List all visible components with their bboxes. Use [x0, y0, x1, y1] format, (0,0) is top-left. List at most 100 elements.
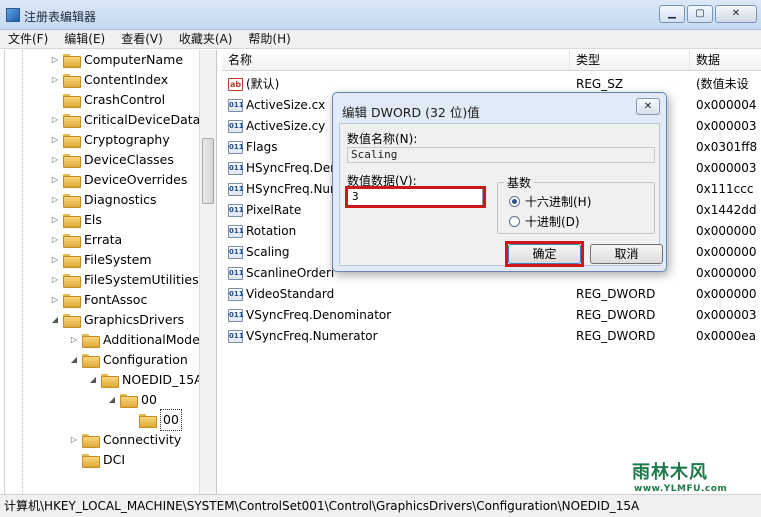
tree-node-label: Errata: [84, 232, 123, 247]
tree-node-label: Connectivity: [103, 432, 182, 447]
list-row[interactable]: 011 VSyncFreq.Denominator REG_DWORD 0x00000…: [222, 305, 761, 326]
tree-node[interactable]: ◢ Configuration: [69, 350, 188, 370]
value-data: 0x000000: [696, 245, 757, 259]
tree-node[interactable]: ▷ FileSystemUtilities: [50, 270, 199, 290]
collapse-arrow-icon[interactable]: ◢: [50, 310, 60, 330]
tree-node[interactable]: ▷ DeviceOverrides: [50, 170, 187, 190]
expand-arrow-icon[interactable]: ▷: [50, 130, 60, 150]
expand-arrow-icon[interactable]: ▷: [69, 330, 79, 350]
menu-view[interactable]: 查看(V): [121, 30, 163, 48]
tree-scrollbar-thumb[interactable]: [202, 138, 214, 204]
maximize-button[interactable]: ▢: [687, 5, 713, 23]
tree-guide-line: [4, 50, 5, 494]
value-data: 0x1442dd: [696, 203, 757, 217]
binary-value-icon: 011: [228, 162, 244, 175]
expand-arrow-icon[interactable]: ▷: [50, 50, 60, 70]
tree-node[interactable]: ▷ FontAssoc: [50, 290, 147, 310]
tree-node[interactable]: CrashControl: [50, 90, 165, 110]
status-bar: 计算机\HKEY_LOCAL_MACHINE\SYSTEM\ControlSet…: [0, 494, 761, 517]
tree-node[interactable]: ▷ Cryptography: [50, 130, 170, 150]
list-row[interactable]: 011 VideoStandard REG_DWORD 0x000000: [222, 284, 761, 305]
radio-selected-icon: [509, 196, 520, 207]
folder-icon: [63, 154, 81, 168]
tree-node-label: GraphicsDrivers: [84, 312, 185, 327]
dialog-title: 编辑 DWORD (32 位)值: [342, 105, 480, 120]
expand-arrow-icon[interactable]: ▷: [50, 70, 60, 90]
tree-node-label: Configuration: [103, 352, 188, 367]
folder-icon: [63, 174, 81, 188]
tree-node[interactable]: ▷ Els: [50, 210, 102, 230]
ok-button[interactable]: 确定: [508, 244, 581, 264]
tree-node[interactable]: ◢ 00: [107, 390, 157, 410]
value-name: HSyncFreq.Den: [246, 161, 338, 175]
tree-node[interactable]: DCI: [69, 450, 125, 470]
tree-node[interactable]: ◢ GraphicsDrivers: [50, 310, 184, 330]
collapse-arrow-icon[interactable]: ◢: [69, 350, 79, 370]
tree-node[interactable]: ▷ ContentIndex: [50, 70, 168, 90]
collapse-arrow-icon[interactable]: ◢: [107, 390, 117, 410]
menu-bar: 文件(F) 编辑(E) 查看(V) 收藏夹(A) 帮助(H): [0, 30, 761, 49]
list-row[interactable]: 011 VSyncFreq.Numerator REG_DWORD 0x0000ea: [222, 326, 761, 347]
menu-edit[interactable]: 编辑(E): [64, 30, 105, 48]
expand-arrow-icon[interactable]: ▷: [50, 250, 60, 270]
value-data: 0x000000: [696, 266, 757, 280]
value-name: (默认): [246, 77, 280, 91]
value-data: 0x000000: [696, 224, 757, 238]
tree-node[interactable]: ▷ Connectivity: [69, 430, 181, 450]
expand-arrow-icon[interactable]: ▷: [50, 190, 60, 210]
expand-arrow-icon[interactable]: ▷: [50, 230, 60, 250]
tree-node[interactable]: ▷ DeviceClasses: [50, 150, 174, 170]
tree-node-label: FontAssoc: [84, 292, 148, 307]
tree-node[interactable]: ▷ CriticalDeviceDatab: [50, 110, 208, 130]
tree-scrollbar[interactable]: [199, 50, 216, 494]
folder-icon: [63, 274, 81, 288]
tree-node[interactable]: ▷ FileSystem: [50, 250, 152, 270]
tree-node[interactable]: ◢ NOEDID_15A: [88, 370, 203, 390]
tree-node-label: Diagnostics: [84, 192, 157, 207]
value-type: REG_DWORD: [576, 287, 656, 301]
tree-node[interactable]: 00: [126, 409, 182, 431]
value-name: VSyncFreq.Denominator: [246, 308, 392, 322]
value-name-label: 数值名称(N):: [347, 132, 418, 146]
collapse-arrow-icon[interactable]: ◢: [88, 370, 98, 390]
menu-help[interactable]: 帮助(H): [248, 30, 290, 48]
hex-radio[interactable]: 十六进制(H): [509, 193, 591, 210]
tree-node[interactable]: ▷ ComputerName: [50, 50, 183, 70]
cancel-button[interactable]: 取消: [590, 244, 663, 264]
window-title: 注册表编辑器: [24, 10, 97, 24]
tree-node[interactable]: ▷ AdditionalMode: [69, 330, 200, 350]
value-name: ScanlineOrderi: [246, 266, 335, 280]
value-name: Rotation: [246, 224, 297, 238]
dec-radio-label: 十进制(D): [525, 215, 580, 229]
tree-node[interactable]: ▷ Diagnostics: [50, 190, 157, 210]
value-data: 0x000003: [696, 161, 757, 175]
expand-arrow-icon[interactable]: ▷: [50, 110, 60, 130]
registry-tree[interactable]: ▷ ComputerName ▷ ContentIndex CrashControl ▷ C…: [0, 50, 217, 494]
tree-node[interactable]: ▷ Errata: [50, 230, 122, 250]
menu-favorites[interactable]: 收藏夹(A): [179, 30, 233, 48]
close-button[interactable]: ✕: [715, 5, 757, 23]
binary-value-icon: 011: [228, 267, 244, 280]
tree-node-label: DCI: [103, 452, 126, 467]
expand-arrow-icon[interactable]: ▷: [50, 170, 60, 190]
folder-icon: [82, 454, 100, 468]
folder-icon: [63, 254, 81, 268]
expand-arrow-icon[interactable]: ▷: [50, 270, 60, 290]
menu-file[interactable]: 文件(F): [8, 30, 48, 48]
window-controls: ▁ ▢ ✕: [659, 5, 757, 23]
minimize-button[interactable]: ▁: [659, 5, 685, 23]
tree-node-label: ContentIndex: [84, 72, 169, 87]
dialog-close-button[interactable]: ✕: [636, 98, 660, 115]
expand-arrow-icon[interactable]: ▷: [50, 210, 60, 230]
column-header-data[interactable]: 数据: [690, 50, 761, 71]
expand-arrow-icon[interactable]: ▷: [50, 150, 60, 170]
binary-value-icon: 011: [228, 309, 244, 322]
expand-arrow-icon[interactable]: ▷: [69, 430, 79, 450]
expand-arrow-icon[interactable]: ▷: [50, 290, 60, 310]
dec-radio[interactable]: 十进制(D): [509, 213, 580, 230]
value-name: VideoStandard: [246, 287, 335, 301]
title-bar: 注册表编辑器 ▁ ▢ ✕: [0, 0, 761, 30]
column-header-name[interactable]: 名称: [222, 50, 570, 71]
column-header-type[interactable]: 类型: [570, 50, 690, 71]
value-data-input[interactable]: 3: [347, 188, 483, 206]
